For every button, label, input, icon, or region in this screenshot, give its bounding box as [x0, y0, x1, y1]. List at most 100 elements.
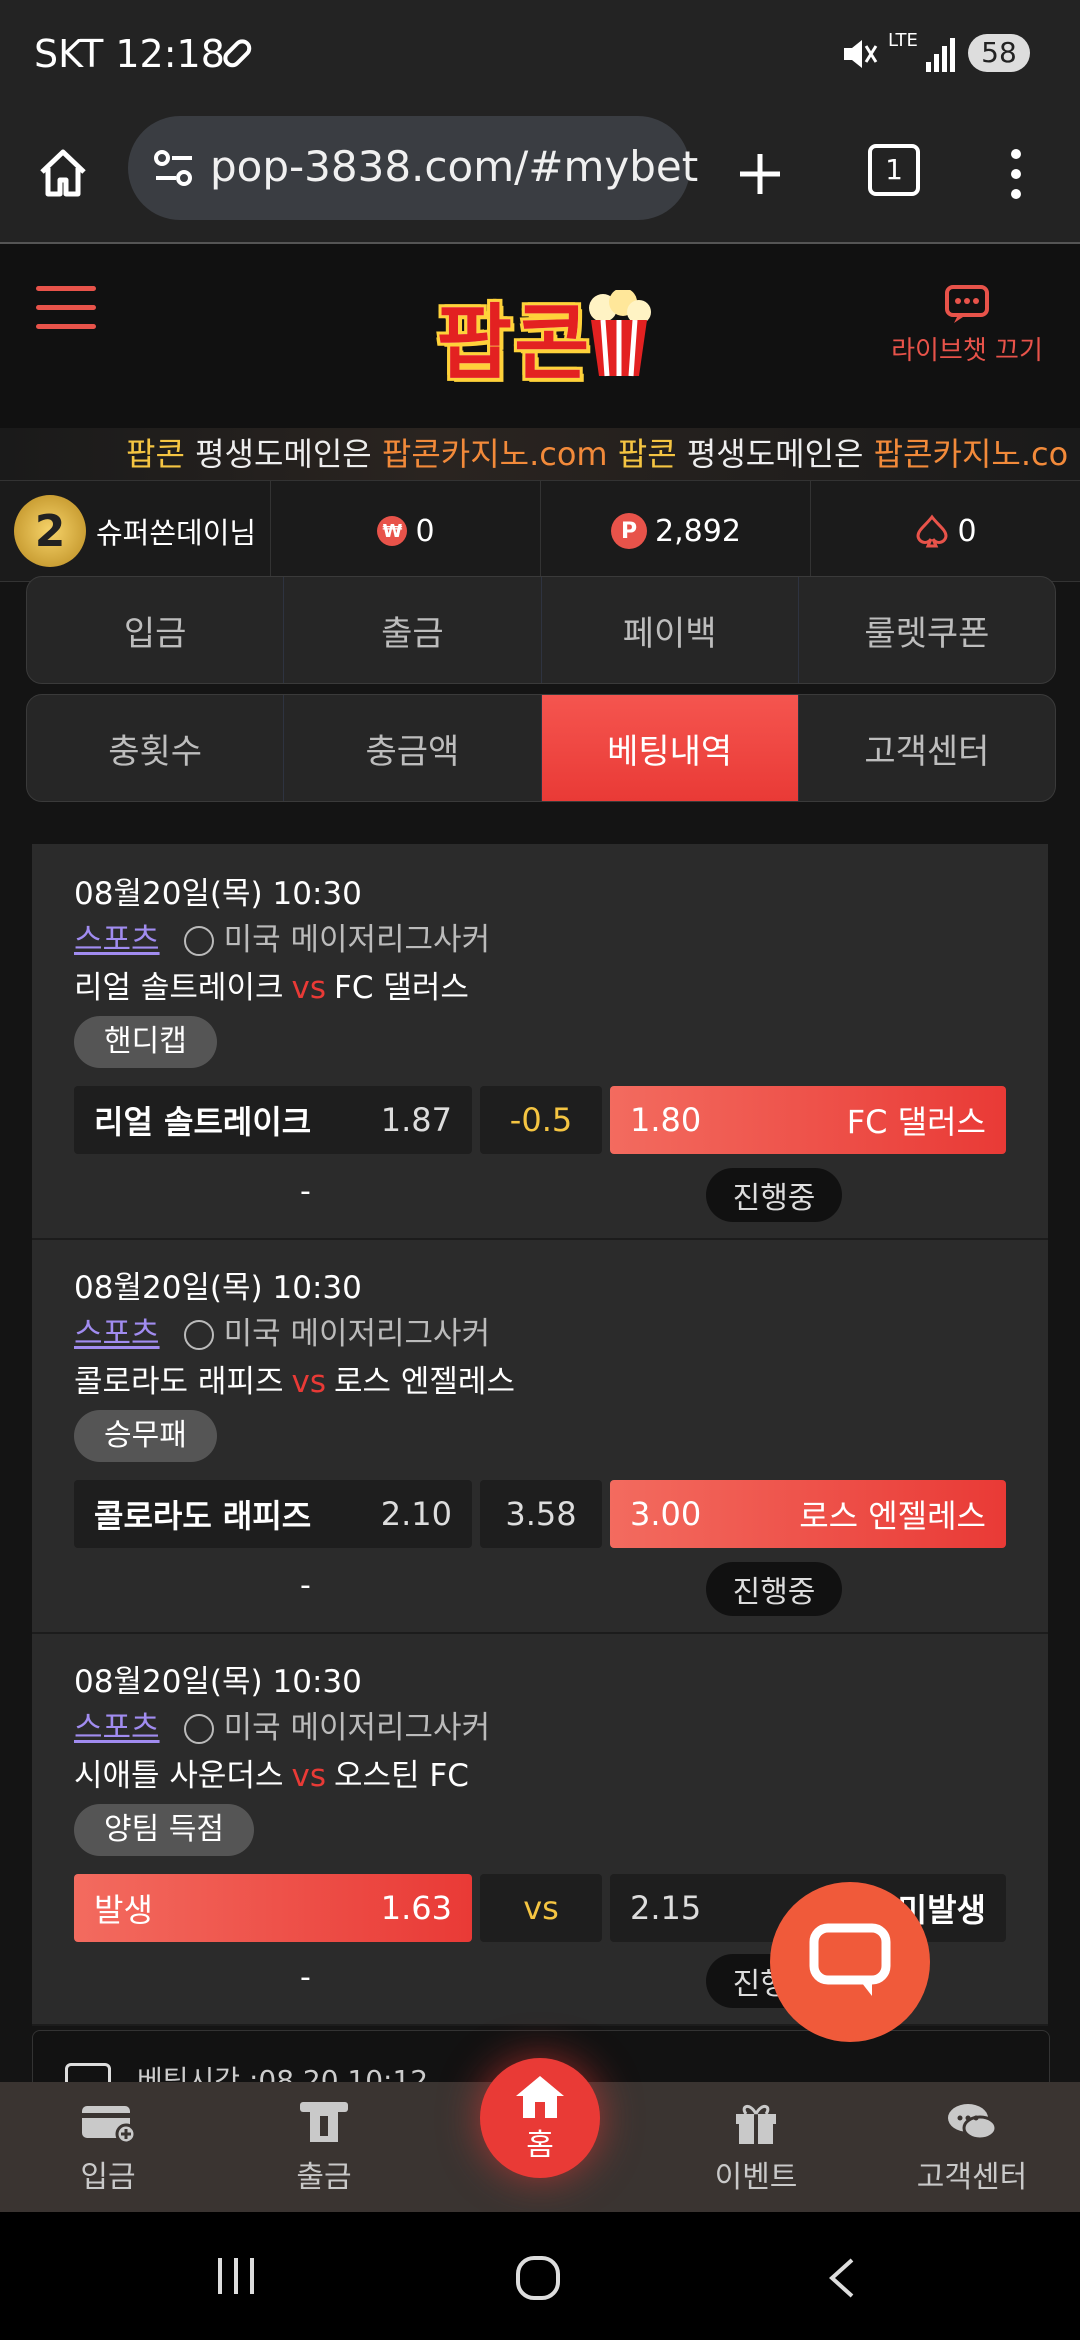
nav-home[interactable]: 홈 — [480, 2058, 600, 2178]
notice-marquee: 팝콘 평생도메인은 팝콘카지노.com 팝콘 평생도메인은 팝콘카지노.co — [0, 428, 1080, 480]
bet-result: - — [300, 1174, 311, 1209]
nav-deposit[interactable]: 입금 — [38, 2100, 178, 2196]
market-badge: 승무패 — [74, 1410, 217, 1462]
odds-option-vs: vs — [480, 1874, 602, 1942]
home-icon[interactable] — [36, 146, 90, 200]
match-teams: 리얼 솔트레이크 vs FC 댈러스 — [74, 962, 469, 1007]
cash-balance[interactable]: ₩0 — [270, 481, 541, 581]
point-balance[interactable]: P 2,892 — [540, 481, 811, 581]
nav-support[interactable]: 고객센터 — [902, 2100, 1042, 2196]
home-icon — [516, 2076, 564, 2118]
menu-icon[interactable] — [36, 286, 96, 343]
odds-option-away[interactable]: 3.00 로스 엔젤레스 — [610, 1480, 1006, 1548]
bet-card: 08월20일(목) 10:30 스포츠 미국 메이저리그사커 콜로라도 래피즈 vs… — [32, 1240, 1048, 1634]
more-menu-icon[interactable] — [1006, 146, 1026, 202]
market-badge: 핸디캡 — [74, 1016, 217, 1068]
odds-row: 콜로라도 래피즈 2.10 3.58 3.00 로스 엔젤레스 — [74, 1480, 1006, 1548]
level-badge: 2 — [14, 495, 86, 567]
menu-customer-center[interactable]: 고객센터 — [799, 695, 1055, 801]
home-team: 시애틀 사운더스 — [74, 1758, 284, 1794]
cash-value: 0 — [415, 513, 435, 549]
home-team: 리얼 솔트레이크 — [74, 970, 284, 1006]
url-bar[interactable]: pop-3838.com/#mybet — [128, 116, 698, 220]
league-name: 미국 메이저리그사커 — [223, 1710, 491, 1746]
url-text: pop-3838.com/#mybet — [210, 142, 699, 191]
nav-label: 고객센터 — [916, 2160, 1028, 2195]
menu-charge-count[interactable]: 충횟수 — [27, 695, 285, 801]
odds-option-handicap[interactable]: -0.5 — [480, 1086, 602, 1154]
option-odd: 1.80 — [630, 1101, 702, 1139]
nav-withdraw[interactable]: 출금 — [254, 2100, 394, 2196]
odds-option-home[interactable]: 리얼 솔트레이크 1.87 — [74, 1086, 472, 1154]
bet-date: 08월20일(목) 10:30 — [74, 876, 362, 912]
category-link[interactable]: 스포츠 — [74, 1316, 160, 1352]
odds-row: 리얼 솔트레이크 1.87 -0.5 1.80 FC 댈러스 — [74, 1086, 1006, 1154]
wallet-plus-icon — [82, 2106, 137, 2145]
option-label: 발생 — [94, 1891, 153, 1929]
network-label: LTE — [888, 30, 918, 51]
popcorn-bucket-icon — [589, 290, 652, 377]
menu-withdraw[interactable]: 출금 — [284, 577, 542, 683]
spade-icon — [916, 514, 948, 548]
nav-label: 입금 — [80, 2160, 136, 2195]
site-settings-icon[interactable] — [152, 146, 196, 190]
status-badge: 진행중 — [706, 1168, 842, 1222]
bet-result: - — [300, 1960, 311, 1995]
vs-label: vs — [291, 970, 327, 1006]
option-odd: 1.63 — [380, 1889, 452, 1927]
status-bar: SKT 12:18 LTE 58 — [0, 0, 1080, 106]
nav-event[interactable]: 이벤트 — [686, 2100, 826, 2196]
chat-icon — [945, 285, 989, 323]
menu-roulette-coupon[interactable]: 룰렛쿠폰 — [799, 577, 1055, 683]
tab-switcher-button[interactable]: 1 — [868, 144, 920, 196]
casino-balance[interactable]: 0 — [810, 481, 1080, 581]
marquee-domain: 팝콘카지노.com — [381, 435, 608, 473]
user-info-bar: 2 슈퍼쏜데이님 ₩0 P 2,892 0 — [0, 480, 1080, 582]
option-label: 리얼 솔트레이크 — [94, 1103, 312, 1141]
app-header: 팝콘 라이브챗 끄기 — [0, 244, 1080, 428]
user-profile[interactable]: 2 슈퍼쏜데이님 — [0, 481, 270, 581]
casino-value: 0 — [957, 513, 977, 549]
odds-option-home[interactable]: 콜로라도 래피즈 2.10 — [74, 1480, 472, 1548]
back-icon[interactable] — [826, 2256, 856, 2300]
match-teams: 시애틀 사운더스 vs 오스틴 FC — [74, 1750, 469, 1795]
point-value: 2,892 — [655, 513, 741, 549]
recent-apps-icon[interactable] — [214, 2256, 260, 2296]
odds-option-away[interactable]: 1.80 FC 댈러스 — [610, 1086, 1006, 1154]
won-icon: ₩ — [377, 516, 408, 546]
soccer-ball-icon — [183, 1714, 214, 1744]
popcorn-logo[interactable]: 팝콘 — [420, 270, 670, 400]
link-icon — [223, 39, 252, 68]
chat-bubble-icon — [809, 1923, 891, 1996]
system-nav-bar — [0, 2212, 1080, 2340]
home-circle-icon[interactable] — [514, 2254, 562, 2302]
point-icon: P — [611, 513, 648, 549]
category-link[interactable]: 스포츠 — [74, 1710, 160, 1746]
new-tab-icon[interactable] — [736, 150, 784, 198]
bet-date: 08월20일(목) 10:30 — [74, 1664, 362, 1700]
menu-row-2: 충횟수 충금액 베팅내역 고객센터 — [26, 694, 1056, 802]
bet-meta: 스포츠 미국 메이저리그사커 — [74, 914, 490, 959]
bet-meta: 스포츠 미국 메이저리그사커 — [74, 1702, 490, 1747]
marquee-text: 평생도메인은 — [676, 435, 874, 473]
logo-text: 팝콘 — [436, 295, 592, 391]
chat-fab[interactable] — [770, 1882, 930, 2042]
carrier-time: SKT 12:18 — [34, 32, 225, 76]
nav-label: 홈 — [526, 2128, 554, 2163]
menu-bet-history[interactable]: 베팅내역 — [541, 695, 799, 801]
livechat-toggle[interactable]: 라이브챗 끄기 — [882, 284, 1052, 367]
odds-option-yes[interactable]: 발생 1.63 — [74, 1874, 472, 1942]
menu-payback[interactable]: 페이백 — [542, 577, 799, 683]
menu-charge-amount[interactable]: 충금액 — [284, 695, 542, 801]
menu-deposit[interactable]: 입금 — [27, 577, 285, 683]
home-team: 콜로라도 래피즈 — [74, 1364, 284, 1400]
match-teams: 콜로라도 래피즈 vs 로스 엔젤레스 — [74, 1356, 515, 1401]
nav-label: 이벤트 — [714, 2160, 798, 2195]
marquee-text: 평생도메인은 — [184, 435, 382, 473]
vs-label: vs — [291, 1364, 327, 1400]
category-link[interactable]: 스포츠 — [74, 922, 160, 958]
away-team: 로스 엔젤레스 — [334, 1364, 515, 1400]
option-label: 로스 엔젤레스 — [799, 1497, 986, 1535]
browser-toolbar: pop-3838.com/#mybet 1 — [0, 106, 1080, 244]
odds-option-draw[interactable]: 3.58 — [480, 1480, 602, 1548]
